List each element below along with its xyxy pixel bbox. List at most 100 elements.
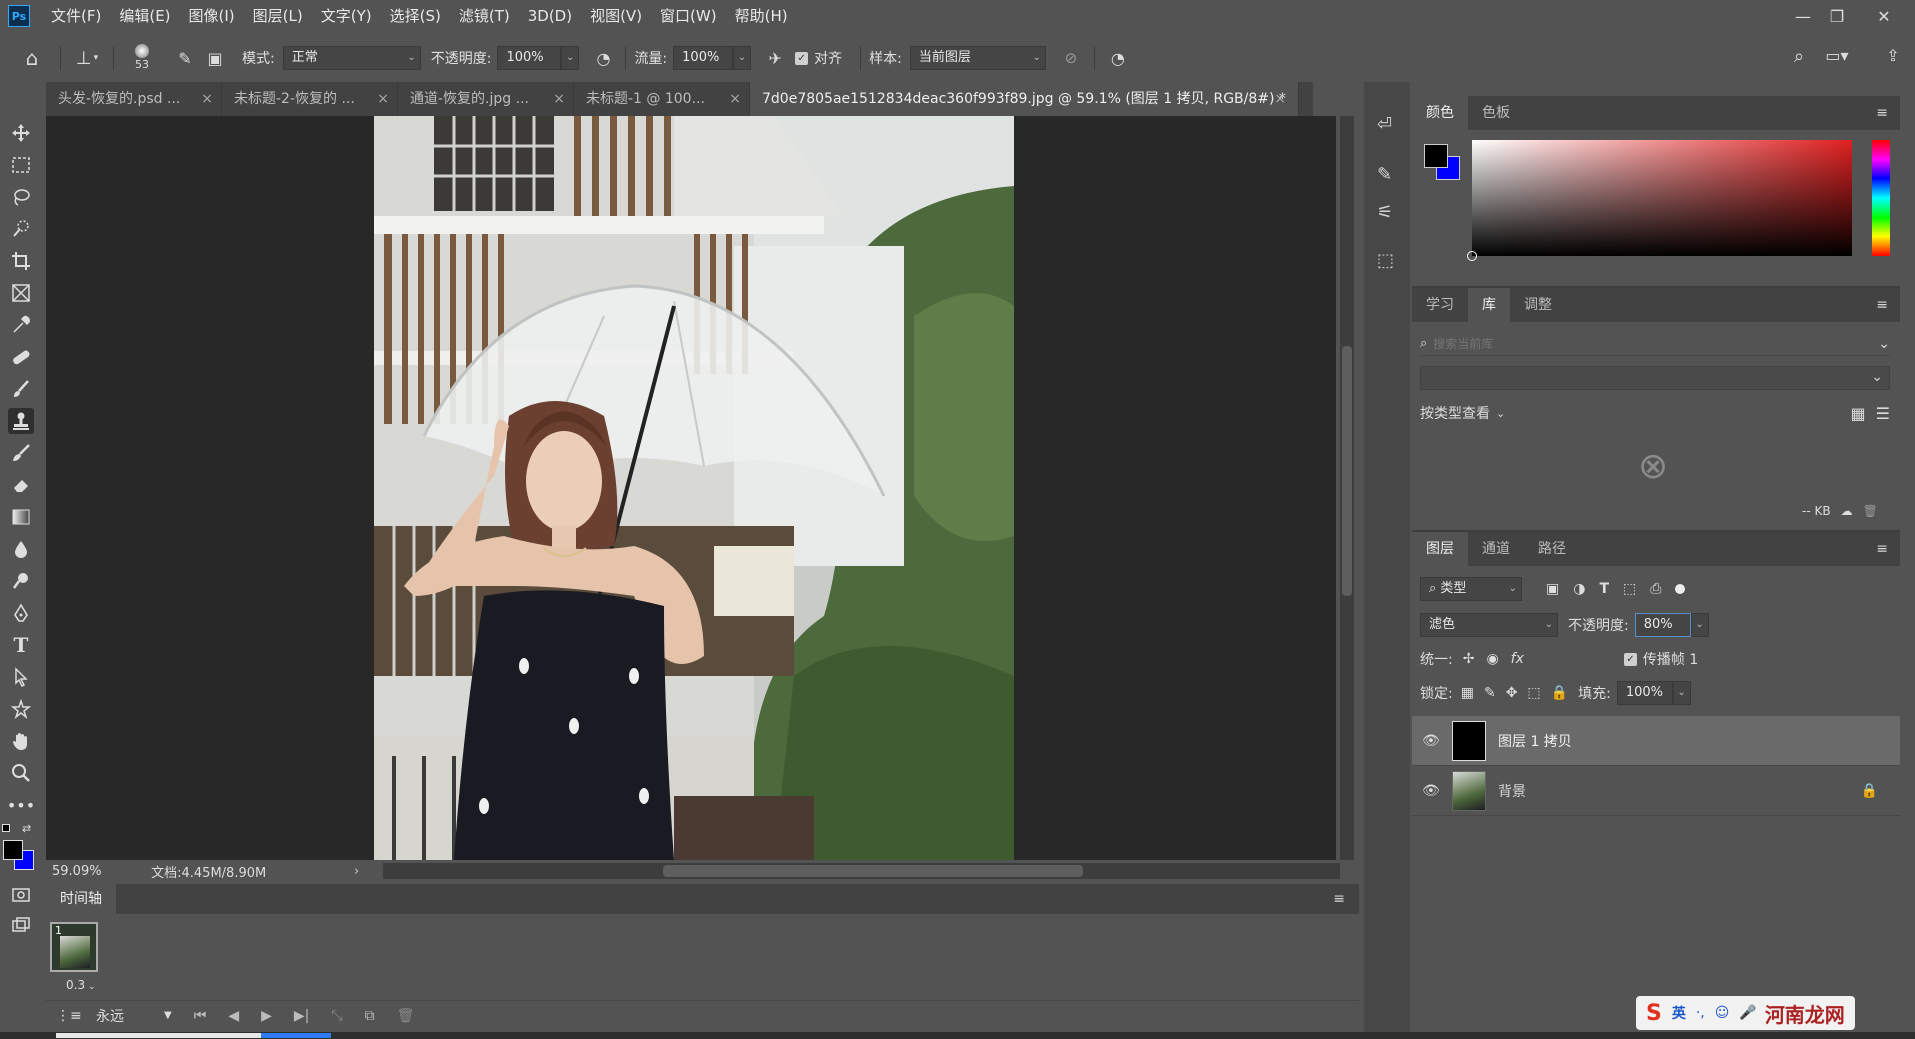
color-picker-field[interactable] — [1467, 140, 1852, 261]
filter-pixel-icon[interactable]: ▣ — [1546, 581, 1559, 597]
lock-all-icon[interactable]: 🔒 — [1551, 685, 1568, 701]
restore-icon[interactable]: ❐ — [1815, 0, 1859, 32]
layer-opacity-dropdown[interactable]: ⌄ — [1690, 613, 1709, 637]
3d-panel-icon[interactable]: ⬚ — [1377, 250, 1394, 271]
marquee-tool-icon[interactable] — [8, 152, 34, 178]
layer-name[interactable]: 背景 — [1498, 781, 1526, 801]
panel-menu-icon[interactable]: ≡ — [1333, 891, 1345, 907]
layer-opacity-input[interactable]: 80% — [1634, 613, 1691, 637]
clone-stamp-tool-icon[interactable] — [8, 408, 34, 434]
timeline-title[interactable]: 时间轴 — [46, 884, 116, 914]
ime-toolbar[interactable]: S 英 ·, ☺ 🎤 河南龙网 — [1636, 996, 1855, 1030]
home-icon[interactable]: ⌂ — [12, 42, 52, 74]
tab-learn[interactable]: 学习 — [1412, 288, 1468, 322]
layer-filter-select[interactable]: ⌕ 类型 ⌄ — [1420, 577, 1522, 601]
next-frame-icon[interactable]: ▶| — [294, 1008, 309, 1024]
convert-timeline-icon[interactable]: ⋮≡ — [56, 1008, 86, 1024]
pressure-opacity-icon[interactable]: ◔ — [589, 49, 617, 68]
airbrush-icon[interactable]: ✈ — [761, 49, 789, 68]
punctuation-icon[interactable]: ·, — [1696, 1005, 1705, 1021]
menu-image[interactable]: 图像(I) — [180, 0, 244, 32]
move-tool-icon[interactable] — [8, 120, 34, 146]
unify-style-icon[interactable]: fx — [1511, 651, 1524, 667]
quick-mask-icon[interactable] — [8, 882, 34, 908]
tab-doc-1[interactable]: 头发-恢复的.psd ... × — [46, 82, 222, 116]
menu-view[interactable]: 视图(V) — [581, 0, 651, 32]
filter-toggle-icon[interactable] — [1675, 584, 1686, 594]
brush-preset-picker[interactable]: 53 — [122, 42, 162, 74]
tab-doc-2[interactable]: 未标题-2-恢复的 ... × — [222, 82, 398, 116]
mode-select[interactable]: 正常 ⌄ — [282, 46, 421, 70]
menu-filter[interactable]: 滤镜(T) — [450, 0, 519, 32]
delete-frame-icon[interactable]: 🗑 — [397, 1008, 415, 1024]
path-selection-tool-icon[interactable] — [8, 664, 34, 690]
tab-layers[interactable]: 图层 — [1412, 532, 1468, 566]
fill-input[interactable]: 100% — [1616, 681, 1673, 705]
clone-source-icon[interactable]: ▣ — [200, 49, 230, 68]
close-tab-icon[interactable]: × — [553, 82, 565, 116]
grid-view-icon[interactable]: ▦ — [1851, 404, 1866, 423]
microphone-icon[interactable]: 🎤 — [1739, 1005, 1756, 1021]
document-image[interactable] — [374, 116, 1014, 860]
flow-input[interactable]: 100% — [673, 46, 734, 70]
layer-row[interactable]: 👁 背景 🔒 — [1412, 766, 1900, 816]
menu-3d[interactable]: 3D(D) — [519, 0, 581, 32]
lasso-tool-icon[interactable] — [8, 184, 34, 210]
brush-settings-icon[interactable]: ✎ — [170, 49, 200, 68]
close-icon[interactable]: ✕ — [1862, 0, 1906, 32]
tab-adjustments[interactable]: 调整 — [1510, 288, 1566, 322]
close-tab-icon[interactable]: × — [1274, 82, 1286, 116]
chevron-down-icon[interactable]: ⌄ — [1878, 336, 1890, 352]
close-tab-icon[interactable]: × — [201, 82, 213, 116]
healing-brush-tool-icon[interactable] — [8, 344, 34, 370]
visibility-eye-icon[interactable]: 👁 — [1422, 733, 1444, 749]
pen-tool-icon[interactable] — [8, 600, 34, 626]
filter-smart-object-icon[interactable]: ⎙ — [1650, 581, 1661, 597]
menu-select[interactable]: 选择(S) — [381, 0, 450, 32]
zoom-tool-icon[interactable] — [8, 760, 34, 786]
loop-select[interactable]: 永远 — [96, 1006, 156, 1026]
menu-window[interactable]: 窗口(W) — [651, 0, 726, 32]
search-icon[interactable]: ⌕ — [1786, 46, 1812, 67]
eraser-tool-icon[interactable] — [8, 472, 34, 498]
menu-file[interactable]: 文件(F) — [42, 0, 110, 32]
share-icon[interactable]: ⇪ — [1880, 46, 1906, 65]
panel-menu-icon[interactable]: ≡ — [1876, 297, 1888, 313]
type-tool-icon[interactable]: T — [8, 632, 34, 658]
menu-help[interactable]: 帮助(H) — [726, 0, 797, 32]
tab-libraries[interactable]: 库 — [1468, 288, 1510, 322]
frame-tool-icon[interactable] — [8, 280, 34, 306]
chevron-down-icon[interactable]: ⌄ — [1496, 407, 1505, 420]
zoom-level[interactable]: 59.09% — [46, 864, 107, 879]
first-frame-icon[interactable]: ⏮ — [194, 1008, 207, 1024]
trash-icon[interactable]: 🗑 — [1863, 504, 1878, 518]
prev-frame-icon[interactable]: ◀ — [228, 1008, 239, 1024]
lock-pixels-icon[interactable]: ✎ — [1484, 685, 1496, 701]
frame-delay[interactable]: 0.3 ⌄ — [66, 978, 96, 992]
pressure-size-icon[interactable]: ◔ — [1103, 49, 1133, 68]
loop-dropdown-icon[interactable]: ▼ — [164, 1010, 172, 1021]
opacity-dropdown[interactable]: ⌄ — [561, 46, 580, 70]
tab-channels[interactable]: 通道 — [1468, 532, 1524, 566]
tab-color[interactable]: 颜色 — [1412, 96, 1468, 130]
blur-tool-icon[interactable] — [8, 536, 34, 562]
emoji-icon[interactable]: ☺ — [1715, 1005, 1730, 1021]
tab-doc-active[interactable]: 7d0e7805ae1512834deac360f993f89.jpg @ 59… — [750, 82, 1299, 116]
list-view-icon[interactable]: ☰ — [1876, 404, 1890, 423]
tab-paths[interactable]: 路径 — [1524, 532, 1580, 566]
tab-doc-4[interactable]: 未标题-1 @ 100... × — [574, 82, 750, 116]
gradient-tool-icon[interactable] — [8, 504, 34, 530]
blend-mode-select[interactable]: 滤色 ⌄ — [1420, 613, 1558, 637]
brush-panel-icon[interactable]: ✎ — [1377, 164, 1392, 185]
scroll-thumb[interactable] — [1342, 346, 1352, 596]
unify-visibility-icon[interactable]: ◉ — [1486, 651, 1498, 667]
panel-menu-icon[interactable]: ≡ — [1876, 541, 1888, 557]
library-select[interactable]: ⌄ — [1420, 366, 1890, 390]
panel-menu-icon[interactable]: ≡ — [1876, 105, 1888, 121]
close-tab-icon[interactable]: × — [377, 82, 389, 116]
menu-type[interactable]: 文字(Y) — [312, 0, 381, 32]
ignore-adjustment-icon[interactable]: ⊘ — [1056, 49, 1086, 67]
foreground-swatch[interactable] — [1424, 144, 1448, 168]
filter-shape-icon[interactable]: ⬚ — [1623, 581, 1636, 597]
ime-mode[interactable]: 英 — [1672, 1003, 1686, 1023]
